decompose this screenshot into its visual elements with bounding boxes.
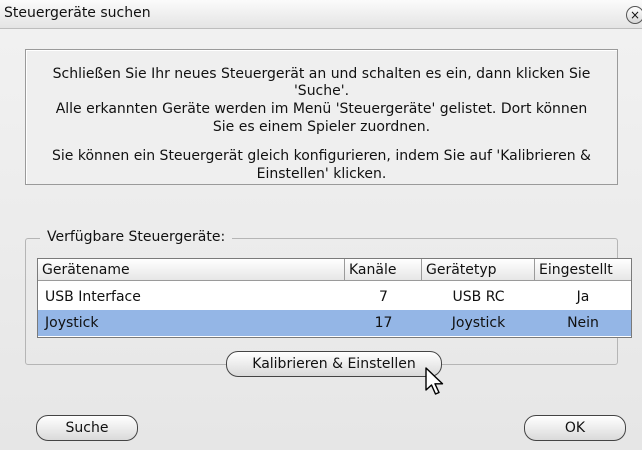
devices-legend: Verfügbare Steuergeräte: [40,229,233,245]
cell-type: USB RC [452,289,505,305]
cell-channels: 7 [379,289,388,305]
search-button[interactable]: Suche [36,415,138,441]
column-header-channels[interactable]: Kanäle [345,259,422,281]
info-line-6: Einstellen' klicken. [256,166,387,182]
info-line-4: Sie es einem Spieler zuordnen. [212,119,431,135]
table-row[interactable]: USB Interface 7 USB RC Ja [38,284,631,310]
cell-name: USB Interface [45,289,141,305]
info-box: Schließen Sie Ihr neues Steuergerät an u… [25,49,618,185]
cell-channels: 17 [374,315,393,331]
cell-type: Joystick [451,315,506,331]
mouse-pointer-icon [425,367,444,395]
cell-name: Joystick [45,315,99,331]
devices-table: Gerätename Kanäle Gerätetyp Eingestellt … [37,258,632,338]
column-header-configured[interactable]: Eingestellt [535,259,631,281]
column-header-type[interactable]: Gerätetyp [422,259,535,281]
info-line-1: Schließen Sie Ihr neues Steuergerät an u… [52,66,591,82]
close-icon[interactable]: × [626,6,642,24]
dialog-window: Steuergeräte suchen × Schließen Sie Ihr … [0,0,642,450]
ok-button[interactable]: OK [524,415,626,441]
column-header-name[interactable]: Gerätename [38,259,345,281]
cell-configured: Nein [567,315,599,331]
table-row-selected[interactable]: Joystick 17 Joystick Nein [38,310,631,336]
info-line-5: Sie können ein Steuergerät gleich konfig… [52,148,591,164]
title-bar: Steuergeräte suchen × [0,0,642,29]
window-title: Steuergeräte suchen [4,5,151,21]
cell-configured: Ja [576,289,590,305]
calibrate-button[interactable]: Kalibrieren & Einstellen [226,351,442,377]
info-line-2: 'Suche'. [293,83,350,99]
info-line-3: Alle erkannten Geräte werden im Menü 'St… [55,101,588,117]
